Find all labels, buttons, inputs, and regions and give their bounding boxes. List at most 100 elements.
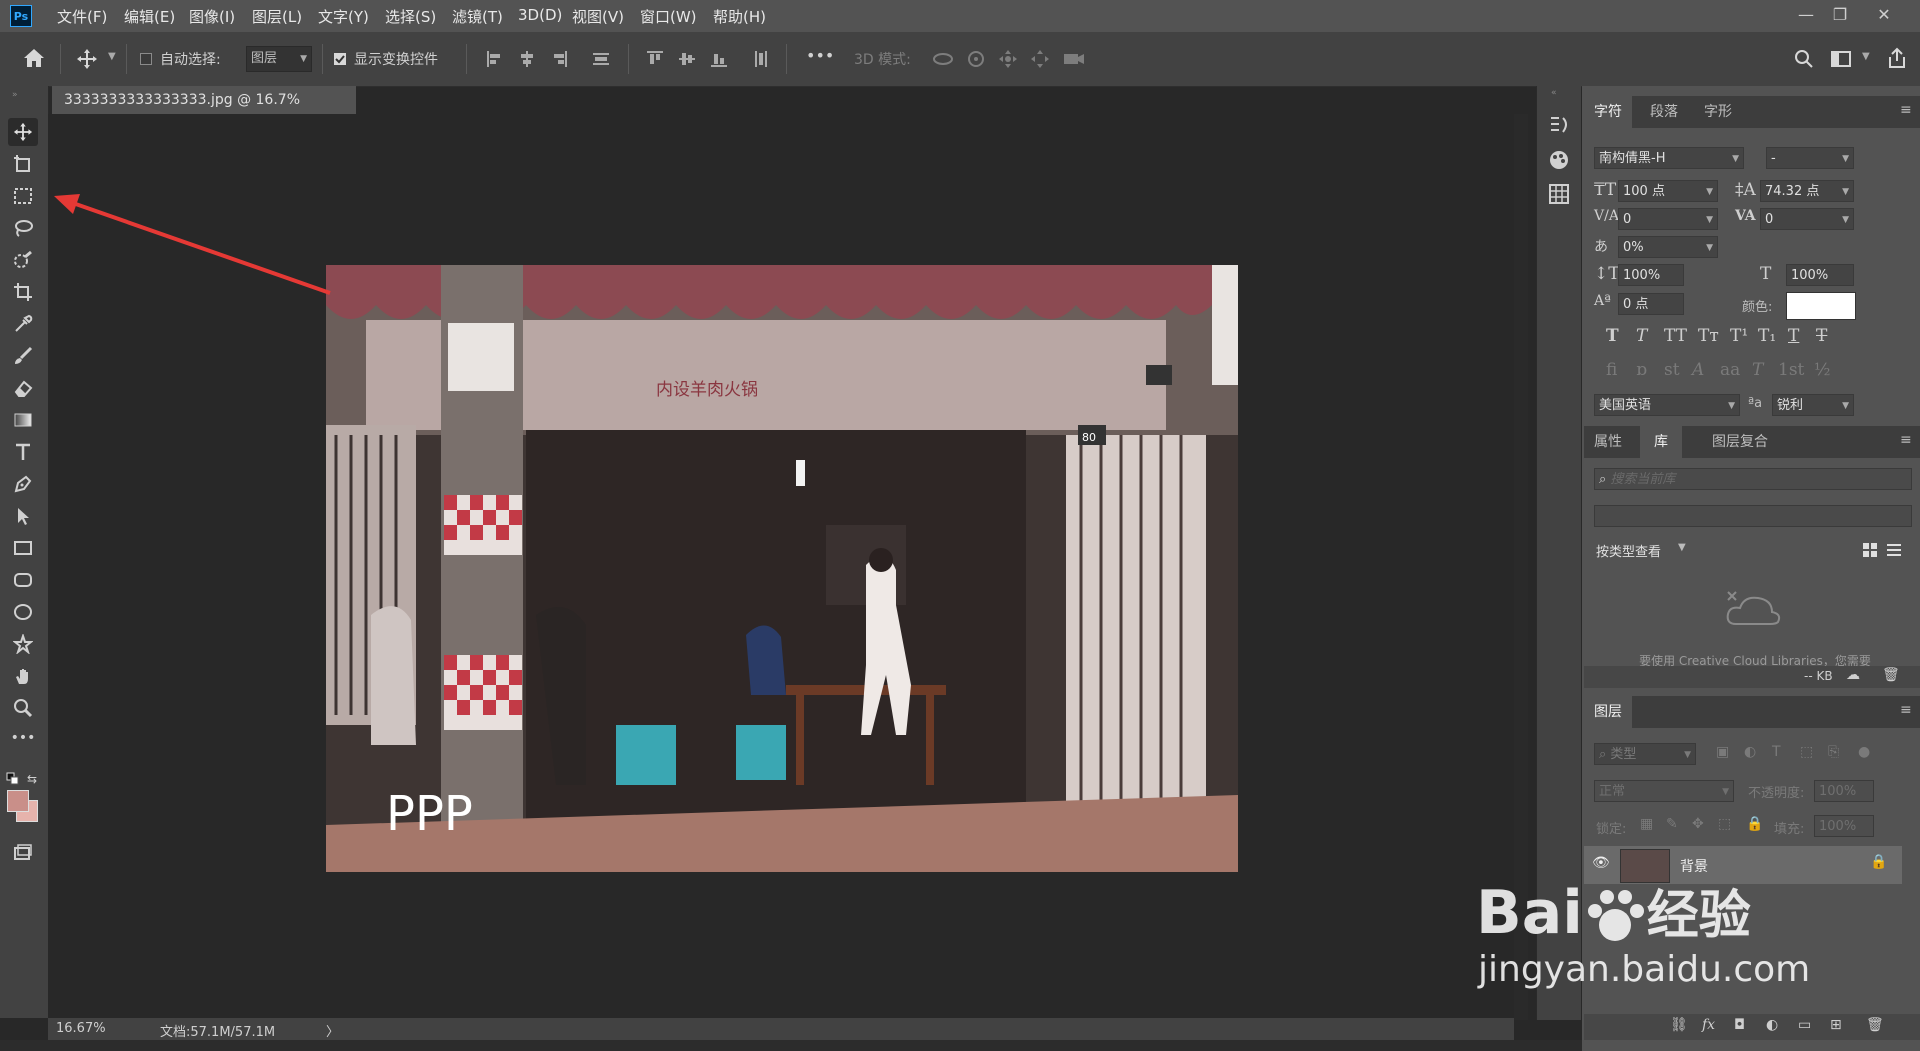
vertical-scale-field[interactable]: 100% <box>1618 264 1684 286</box>
language-dropdown[interactable]: 美国英语 ▼ <box>1594 394 1740 416</box>
edit-toolbar-button[interactable]: ••• <box>8 726 38 754</box>
tab-layer-comps[interactable]: 图层复合 <box>1702 426 1778 458</box>
menu-help[interactable]: 帮助(H) <box>713 6 766 27</box>
workspace-icon[interactable] <box>1830 49 1852 69</box>
search-icon[interactable] <box>1794 49 1814 69</box>
list-view-icon[interactable] <box>1886 542 1902 558</box>
rectangle-tool-button[interactable] <box>8 534 38 562</box>
ordinals-button[interactable]: 1st <box>1778 360 1804 380</box>
menu-view[interactable]: 视图(V) <box>572 6 624 27</box>
antialias-dropdown[interactable]: 锐利 ▼ <box>1772 394 1854 416</box>
library-search-input[interactable]: ⌕ 搜索当前库 <box>1594 468 1912 490</box>
lasso-tool-button[interactable] <box>8 214 38 242</box>
menu-file[interactable]: 文件(F) <box>57 6 107 27</box>
font-style-dropdown[interactable]: - ▼ <box>1766 147 1854 169</box>
lock-position-icon[interactable]: ✥ <box>1692 816 1704 832</box>
tab-character[interactable]: 字符 <box>1584 96 1632 128</box>
adjustment-filter-icon[interactable]: ◐ <box>1744 744 1756 760</box>
distribute-vertical-icon[interactable] <box>752 50 770 68</box>
stylistic-alternates-button[interactable]: aa <box>1720 360 1740 380</box>
3d-slide-icon[interactable] <box>1030 49 1050 69</box>
layer-name[interactable]: 背景 <box>1680 856 1708 876</box>
menu-edit[interactable]: 编辑(E) <box>124 6 175 27</box>
history-icon[interactable] <box>1547 114 1571 138</box>
close-button[interactable]: ✕ <box>1866 2 1902 28</box>
horizontal-scale-field[interactable]: 100% <box>1786 264 1854 286</box>
quick-select-tool-button[interactable] <box>8 246 38 274</box>
fx-icon[interactable]: fx <box>1702 1017 1715 1033</box>
font-size-field[interactable]: 100 点 ▼ <box>1618 180 1718 202</box>
old-style-button[interactable]: ɒ <box>1636 360 1647 380</box>
distribute-icon[interactable] <box>592 50 610 68</box>
tab-paragraph[interactable]: 段落 <box>1640 96 1688 128</box>
chevron-down-icon[interactable]: ▼ <box>1862 51 1870 62</box>
smart-object-filter-icon[interactable]: ⎘ <box>1828 744 1839 760</box>
3d-roll-icon[interactable] <box>966 49 986 69</box>
tab-glyphs[interactable]: 字形 <box>1694 96 1742 128</box>
tab-properties[interactable]: 属性 <box>1584 426 1632 458</box>
align-top-icon[interactable] <box>646 50 664 68</box>
panel-menu-icon[interactable]: ≡ <box>1900 102 1912 118</box>
opacity-field[interactable]: 100% <box>1814 780 1874 802</box>
discretionary-ligatures-button[interactable]: st <box>1664 360 1680 380</box>
align-hcenter-icon[interactable] <box>518 50 536 68</box>
lock-transparent-icon[interactable]: ▦ <box>1640 816 1653 832</box>
zoom-tool-button[interactable] <box>8 694 38 722</box>
foreground-color-swatch[interactable] <box>7 790 29 812</box>
color-palette-icon[interactable] <box>1547 148 1571 172</box>
marquee-tool-button[interactable] <box>8 182 38 210</box>
type-tool-button[interactable] <box>8 438 38 466</box>
share-icon[interactable] <box>1886 47 1908 69</box>
subscript-button[interactable]: T₁ <box>1758 326 1776 346</box>
layer-mask-icon[interactable]: ◘ <box>1734 1017 1745 1033</box>
layer-row[interactable]: 👁 背景 🔒 <box>1584 846 1902 884</box>
swatches-grid-icon[interactable] <box>1547 182 1571 206</box>
menu-layer[interactable]: 图层(L) <box>252 6 302 27</box>
lock-artboard-icon[interactable]: ⬚ <box>1718 816 1731 832</box>
show-transform-checkbox[interactable] <box>334 53 346 65</box>
menu-type[interactable]: 文字(Y) <box>318 6 369 27</box>
chevron-down-icon[interactable]: ▼ <box>1678 542 1686 553</box>
tab-libraries[interactable]: 库 <box>1640 426 1682 458</box>
lock-pixels-icon[interactable]: ✎ <box>1666 816 1678 832</box>
filter-toggle-icon[interactable]: ● <box>1858 744 1870 760</box>
grid-view-icon[interactable] <box>1862 542 1878 558</box>
swash-button[interactable]: A <box>1692 360 1704 380</box>
titling-button[interactable]: T <box>1752 360 1763 380</box>
panel-menu-icon[interactable]: ≡ <box>1900 432 1912 448</box>
restore-button[interactable]: ❐ <box>1822 2 1858 28</box>
library-select-dropdown[interactable] <box>1594 505 1912 527</box>
panel-menu-icon[interactable]: ≡ <box>1900 702 1912 718</box>
menu-select[interactable]: 选择(S) <box>385 6 436 27</box>
lock-all-icon[interactable]: 🔒 <box>1746 816 1763 832</box>
tracking-field[interactable]: 0 ▼ <box>1760 208 1854 230</box>
zoom-level[interactable]: 16.67% <box>56 1021 106 1036</box>
menu-filter[interactable]: 滤镜(T) <box>452 6 503 27</box>
eyedropper-tool-button[interactable] <box>8 310 38 338</box>
collapse-icon[interactable]: » <box>12 90 18 100</box>
shape-filter-icon[interactable]: ⬚ <box>1800 744 1813 760</box>
document-image[interactable]: 内设羊肉火锅 80 PPP <box>326 265 1238 872</box>
tool-preset-chevron-icon[interactable]: ▼ <box>108 51 116 62</box>
delete-layer-icon[interactable]: 🗑 <box>1866 1017 1884 1033</box>
type-filter-icon[interactable]: T <box>1772 744 1781 760</box>
layer-filter-dropdown[interactable]: ⌕ 类型 ▼ <box>1594 743 1696 765</box>
menu-image[interactable]: 图像(I) <box>189 6 235 27</box>
text-color-swatch[interactable] <box>1786 292 1856 320</box>
minimize-button[interactable]: — <box>1788 2 1824 28</box>
new-layer-icon[interactable]: ⊞ <box>1830 1017 1842 1033</box>
rounded-rect-tool-button[interactable] <box>8 566 38 594</box>
link-layers-icon[interactable]: ⛓ <box>1670 1017 1688 1033</box>
auto-select-checkbox[interactable] <box>140 53 152 65</box>
swap-colors-icon[interactable]: ⇆ <box>27 772 37 786</box>
tab-layers[interactable]: 图层 <box>1584 696 1632 728</box>
gradient-tool-button[interactable] <box>8 406 38 434</box>
tsume-field[interactable]: 0% ▼ <box>1618 236 1718 258</box>
crop-tool-button[interactable] <box>8 278 38 306</box>
auto-select-target-dropdown[interactable]: 图层 ▼ <box>246 46 312 72</box>
blend-mode-dropdown[interactable]: 正常 ▼ <box>1594 780 1734 802</box>
ellipse-tool-button[interactable] <box>8 598 38 626</box>
expand-panels-icon[interactable]: « <box>1551 88 1557 98</box>
default-colors-icon[interactable] <box>6 772 20 786</box>
view-by-type-dropdown[interactable]: 按类型查看 <box>1596 541 1661 560</box>
